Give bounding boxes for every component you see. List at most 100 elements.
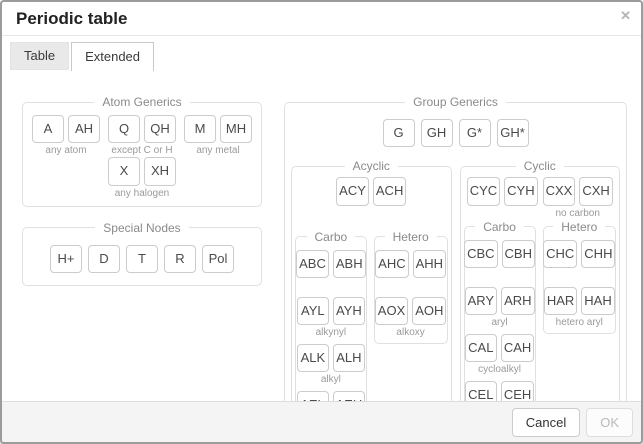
button-pair: AOX AOH [375, 297, 447, 325]
btn-chc[interactable]: CHC [543, 240, 577, 268]
atom-generics-fieldset: Atom Generics A AH any atom Q QH [22, 95, 262, 207]
btn-ahh[interactable]: AHH [413, 250, 446, 278]
btn-ahc[interactable]: AHC [375, 250, 408, 278]
btn-har[interactable]: HAR [544, 287, 577, 315]
alkyl-group: ALK ALH alkyl [298, 344, 364, 386]
btn-cbh[interactable]: CBH [502, 240, 535, 268]
caption-alkoxy: alkoxy [396, 327, 424, 339]
alkoxy-group: AOX AOH alkoxy [377, 297, 445, 339]
btn-g-star[interactable]: G* [459, 119, 491, 147]
hetero-group: AHC AHH [377, 250, 445, 292]
cyclic-hetero-fieldset: Hetero CHC CHH [543, 220, 616, 335]
btn-mh[interactable]: MH [220, 115, 252, 143]
acyclic-top-group: ACY ACH [336, 177, 406, 219]
caption-alkynyl: alkynyl [316, 327, 347, 339]
btn-g[interactable]: G [383, 119, 415, 147]
btn-abc[interactable]: ABC [296, 250, 329, 278]
btn-m[interactable]: M [184, 115, 216, 143]
btn-cyc[interactable]: CYC [467, 177, 500, 205]
btn-cbc[interactable]: CBC [464, 240, 497, 268]
btn-alk[interactable]: ALK [297, 344, 329, 372]
btn-ach[interactable]: ACH [373, 177, 406, 205]
btn-ceh[interactable]: CEH [501, 381, 534, 401]
cyclic-carbo-fieldset: Carbo CBC CBH [464, 220, 536, 401]
aryl-group: ARY ARH aryl [467, 287, 533, 329]
atom-generics-row-1: A AH any atom Q QH except C or H [29, 115, 255, 157]
caption-alkyl: alkyl [321, 374, 341, 386]
btn-x[interactable]: X [108, 157, 140, 185]
acyclic-hetero-fieldset: Hetero AHC AHH [374, 230, 448, 345]
special-nodes-fieldset: Special Nodes H+ D T R Pol [22, 221, 262, 286]
dialog-header: Periodic table ✕ [2, 2, 641, 36]
tab-table[interactable]: Table [10, 42, 69, 70]
button-pair: CBC CBH [464, 240, 535, 268]
any-metal-group: M MH any metal [184, 115, 252, 157]
btn-aox[interactable]: AOX [375, 297, 408, 325]
btn-a[interactable]: A [32, 115, 64, 143]
btn-h-plus[interactable]: H+ [50, 245, 82, 273]
btn-t[interactable]: T [126, 245, 158, 273]
btn-ah[interactable]: AH [68, 115, 100, 143]
btn-q[interactable]: Q [108, 115, 140, 143]
btn-qh[interactable]: QH [144, 115, 176, 143]
button-pair: CHC CHH [543, 240, 615, 268]
cyclic-hetero-legend: Hetero [553, 220, 605, 234]
caption-cycloalkyl: cycloalkyl [478, 364, 521, 376]
acyclic-carbo-fieldset: Carbo ABC ABH [295, 230, 367, 401]
group-generics-fieldset: Group Generics G GH G* GH* Acyclic [284, 95, 627, 401]
button-pair: M MH [184, 115, 252, 143]
btn-acy[interactable]: ACY [336, 177, 369, 205]
btn-ayl[interactable]: AYL [297, 297, 329, 325]
ok-button[interactable]: OK [586, 408, 633, 437]
btn-arh[interactable]: ARH [501, 287, 534, 315]
special-nodes-row: H+ D T R Pol [29, 245, 255, 273]
button-pair: CYC CYH [467, 177, 538, 205]
btn-d[interactable]: D [88, 245, 120, 273]
carbo-group: CBC CBH [467, 240, 533, 282]
btn-cal[interactable]: CAL [465, 334, 497, 362]
caption-except-c-or-h: except C or H [111, 145, 172, 157]
btn-gh-star[interactable]: GH* [497, 119, 529, 147]
btn-aoh[interactable]: AOH [412, 297, 446, 325]
btn-ael[interactable]: AEL [297, 391, 329, 401]
btn-cel[interactable]: CEL [465, 381, 497, 401]
btn-hah[interactable]: HAH [581, 287, 614, 315]
btn-cah[interactable]: CAH [501, 334, 534, 362]
hetero-aryl-group: HAR HAH hetero aryl [546, 287, 613, 329]
btn-ary[interactable]: ARY [465, 287, 498, 315]
acyclic-fieldset: Acyclic ACY ACH [291, 159, 452, 401]
button-pair: CEL CEH [465, 381, 534, 401]
alkenyl-group: AEL AEH alkenyl [298, 391, 364, 401]
btn-cxh[interactable]: CXH [579, 177, 612, 205]
tab-extended[interactable]: Extended [71, 42, 154, 71]
any-halogen-group: X XH any halogen [108, 157, 176, 199]
btn-abh[interactable]: ABH [333, 250, 366, 278]
caption-any-halogen: any halogen [115, 188, 170, 200]
btn-aeh[interactable]: AEH [333, 391, 366, 401]
btn-r[interactable]: R [164, 245, 196, 273]
btn-ayh[interactable]: AYH [333, 297, 365, 325]
btn-xh[interactable]: XH [144, 157, 176, 185]
dialog-footer: Cancel OK [2, 401, 641, 442]
caption-any-metal: any metal [196, 145, 239, 157]
group-generics-row: G GH G* GH* [291, 119, 620, 147]
caption-any-atom: any atom [45, 145, 86, 157]
any-atom-group: A AH any atom [32, 115, 100, 157]
btn-alh[interactable]: ALH [333, 344, 365, 372]
btn-cyh[interactable]: CYH [504, 177, 537, 205]
btn-chh[interactable]: CHH [581, 240, 615, 268]
btn-pol[interactable]: Pol [202, 245, 234, 273]
btn-gh[interactable]: GH [421, 119, 453, 147]
cycloalkyl-group: CAL CAH cycloalkyl [467, 334, 533, 376]
cyclic-top-group: CYC CYH [467, 177, 538, 219]
caption-no-carbon: no carbon [555, 208, 599, 220]
caption-hetero-aryl: hetero aryl [556, 317, 603, 329]
cyclic-top-row: CYC CYH CXX CXH no carbon [464, 177, 617, 219]
button-pair: AHC AHH [375, 250, 446, 278]
btn-cxx[interactable]: CXX [543, 177, 576, 205]
close-icon[interactable]: ✕ [620, 9, 631, 22]
periodic-table-dialog: Periodic table ✕ Table Extended Atom Gen… [0, 0, 643, 444]
cyclic-subsections: Carbo CBC CBH [464, 220, 617, 401]
cancel-button[interactable]: Cancel [512, 408, 580, 437]
no-carbon-group: CXX CXH no carbon [543, 177, 613, 219]
